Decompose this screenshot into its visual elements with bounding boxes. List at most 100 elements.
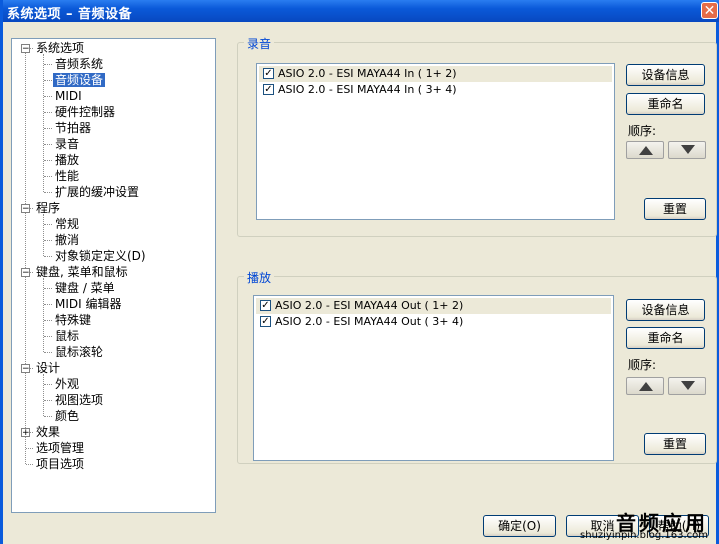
tree-item-label: 常规 <box>55 217 80 231</box>
record-device-info-button[interactable]: 设备信息 <box>626 64 705 86</box>
triangle-down-icon <box>681 145 695 154</box>
tree-item-label: 设计 <box>36 361 61 375</box>
tree-item-label: 硬件控制器 <box>55 105 116 119</box>
close-button[interactable]: ✕ <box>701 2 718 19</box>
tree-category[interactable]: 程序 <box>34 200 62 216</box>
tree-item-label: 扩展的缓冲设置 <box>55 185 140 199</box>
tree-item[interactable]: 录音 <box>53 136 81 152</box>
collapse-icon[interactable]: − <box>21 268 30 278</box>
playback-device-checkbox[interactable]: ✓ <box>260 315 271 327</box>
tree-item-connector <box>44 176 52 177</box>
tree-branch-connector <box>43 278 44 352</box>
tree-category[interactable]: 项目选项 <box>34 456 86 472</box>
tree-item-connector <box>44 288 52 289</box>
record-device-checkbox[interactable]: ✓ <box>263 83 274 95</box>
tree-item-label: 鼠标 <box>55 329 80 343</box>
record-rename-button[interactable]: 重命名 <box>626 93 705 115</box>
playback-order-label: 顺序: <box>628 358 657 372</box>
options-tree[interactable]: 系统选项 − 音频系统 音频设备 MIDI 硬件控制器 节拍器 录音 播放 性能 扩展的缓冲设置 程序… <box>11 38 216 513</box>
tree-item-label: 效果 <box>36 425 61 439</box>
tree-item[interactable]: 特殊键 <box>53 312 93 328</box>
playback-device-list[interactable]: ✓ ASIO 2.0 - ESI MAYA44 Out ( 1+ 2) ✓ ASIO… <box>253 295 614 461</box>
tree-item[interactable]: MIDI <box>53 88 84 104</box>
tree-item[interactable]: 播放 <box>53 152 81 168</box>
playback-device-row[interactable]: ✓ ASIO 2.0 - ESI MAYA44 Out ( 3+ 4) <box>256 314 611 330</box>
playback-group: 播放 ✓ ASIO 2.0 - ESI MAYA44 Out ( 1+ 2) ✓ A… <box>237 269 717 464</box>
playback-device-label: ASIO 2.0 - ESI MAYA44 Out ( 1+ 2) <box>275 299 464 312</box>
tree-branch-connector <box>43 54 44 192</box>
tree-item-label: 外观 <box>55 377 80 391</box>
tree-item[interactable]: 撤消 <box>53 232 81 248</box>
tree-item[interactable]: 常规 <box>53 216 81 232</box>
tree-item[interactable]: 鼠标滚轮 <box>53 344 105 360</box>
record-move-down-button[interactable] <box>668 141 706 159</box>
tree-item[interactable]: 节拍器 <box>53 120 93 136</box>
tree-item-label: MIDI 编辑器 <box>55 297 122 311</box>
tree-item[interactable]: 视图选项 <box>53 392 105 408</box>
record-order-label: 顺序: <box>628 124 657 138</box>
tree-item[interactable]: 性能 <box>53 168 81 184</box>
tree-item[interactable]: 鼠标 <box>53 328 81 344</box>
record-device-row[interactable]: ✓ ASIO 2.0 - ESI MAYA44 In ( 1+ 2) <box>259 66 612 82</box>
tree-category[interactable]: 键盘, 菜单和鼠标 <box>34 264 130 280</box>
tree-item-connector <box>44 416 52 417</box>
record-move-up-button[interactable] <box>626 141 664 159</box>
tree-item[interactable]: 外观 <box>53 376 81 392</box>
collapse-icon[interactable]: − <box>21 364 30 374</box>
tree-item-label: MIDI <box>55 89 82 103</box>
tree-item-connector <box>44 320 52 321</box>
record-device-row[interactable]: ✓ ASIO 2.0 - ESI MAYA44 In ( 3+ 4) <box>259 82 612 98</box>
playback-move-down-button[interactable] <box>668 377 706 395</box>
collapse-icon[interactable]: − <box>21 44 30 54</box>
playback-device-info-button[interactable]: 设备信息 <box>626 299 705 321</box>
tree-item[interactable]: 扩展的缓冲设置 <box>53 184 141 200</box>
tree-item[interactable]: 音频系统 <box>53 56 105 72</box>
tree-item[interactable]: 对象锁定定义(D) <box>53 248 148 264</box>
tree-item[interactable]: 音频设备 <box>53 72 106 88</box>
playback-device-checkbox[interactable]: ✓ <box>260 299 271 311</box>
tree-item[interactable]: MIDI 编辑器 <box>53 296 124 312</box>
tree-item-label: 选项管理 <box>36 441 85 455</box>
playback-group-title: 播放 <box>244 269 275 286</box>
playback-device-row[interactable]: ✓ ASIO 2.0 - ESI MAYA44 Out ( 1+ 2) <box>256 298 611 314</box>
tree-item[interactable]: 颜色 <box>53 408 81 424</box>
record-device-checkbox[interactable]: ✓ <box>263 67 274 79</box>
tree-item-label: 视图选项 <box>55 393 104 407</box>
tree-item-connector <box>44 400 52 401</box>
tree-item-connector <box>44 192 52 193</box>
tree-branch-connector <box>43 374 44 416</box>
tree-item-connector <box>44 96 52 97</box>
tree-item[interactable]: 硬件控制器 <box>53 104 117 120</box>
tree-item-connector <box>44 352 52 353</box>
tree-item-label: 项目选项 <box>36 457 85 471</box>
playback-rename-button[interactable]: 重命名 <box>626 327 705 349</box>
tree-item-connector <box>44 384 52 385</box>
collapse-icon[interactable]: − <box>21 204 30 214</box>
playback-move-up-button[interactable] <box>626 377 664 395</box>
tree-item-connector <box>44 112 52 113</box>
tree-item-label: 系统选项 <box>36 41 85 55</box>
tree-item-label: 程序 <box>36 201 61 215</box>
tree-category[interactable]: 选项管理 <box>34 440 86 456</box>
tree-item-label: 音频设备 <box>53 73 106 87</box>
tree-item[interactable]: 键盘 / 菜单 <box>53 280 117 296</box>
tree-item-label: 节拍器 <box>55 121 92 135</box>
tree-item-connector <box>44 336 52 337</box>
tree-category[interactable]: 系统选项 <box>34 40 86 56</box>
triangle-up-icon <box>639 382 653 391</box>
tree-item-connector <box>44 80 52 81</box>
playback-reset-button[interactable]: 重置 <box>644 433 706 455</box>
record-device-list[interactable]: ✓ ASIO 2.0 - ESI MAYA44 In ( 1+ 2) ✓ ASIO … <box>256 63 615 220</box>
tree-category[interactable]: 效果 <box>34 424 62 440</box>
expand-icon[interactable]: + <box>21 428 30 438</box>
tree-item-connector <box>44 240 52 241</box>
options-window: 系统选项 – 音频设备 ✕ 系统选项 − 音频系统 音频设备 MIDI 硬件控制器 节拍器录… <box>0 0 719 544</box>
tree-item-label: 颜色 <box>55 409 80 423</box>
tree-item-label: 撤消 <box>55 233 80 247</box>
tree-item-connector <box>44 304 52 305</box>
record-reset-button[interactable]: 重置 <box>644 198 706 220</box>
title-bar[interactable]: 系统选项 – 音频设备 ✕ <box>3 0 719 22</box>
record-group-title: 录音 <box>244 35 275 52</box>
ok-button[interactable]: 确定(O) <box>483 515 556 537</box>
tree-category[interactable]: 设计 <box>34 360 62 376</box>
